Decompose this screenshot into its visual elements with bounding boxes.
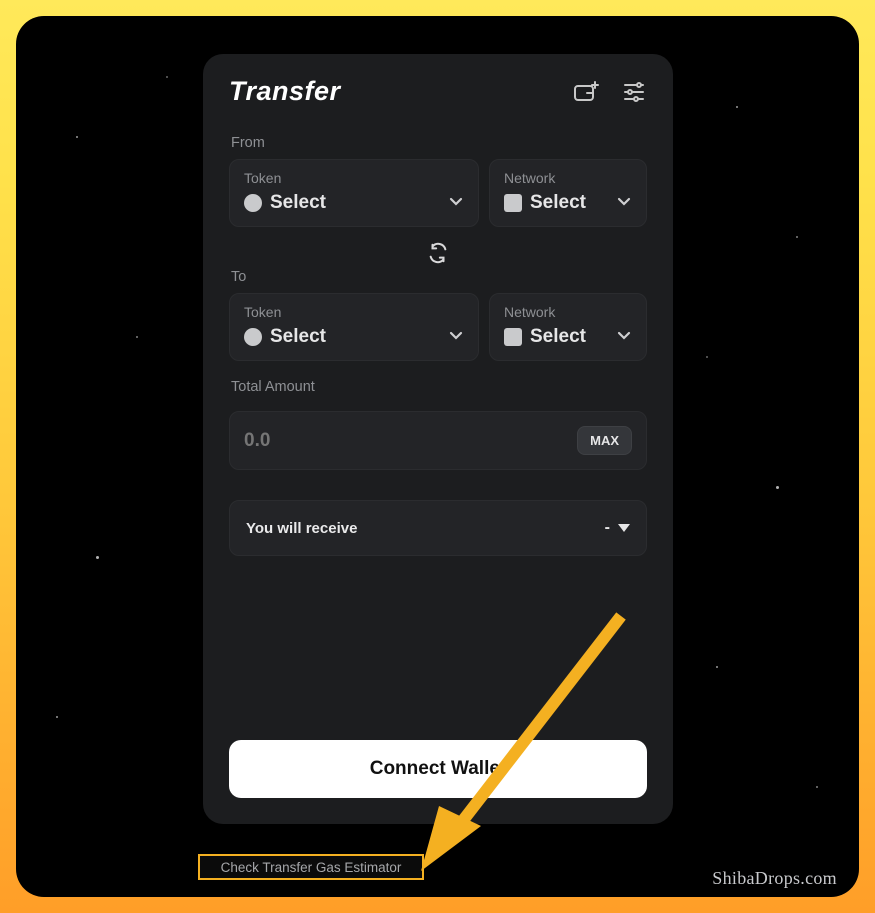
to-token-field: Token Select <box>229 293 479 361</box>
header-actions <box>573 79 647 105</box>
from-token-field: Token Select <box>229 159 479 227</box>
to-label: To <box>231 269 647 285</box>
amount-label: Total Amount <box>231 379 647 395</box>
chevron-down-icon <box>616 327 632 348</box>
sliders-icon[interactable] <box>621 79 647 105</box>
from-network-field-label: Network <box>504 170 632 186</box>
wallet-plus-icon[interactable] <box>573 79 599 105</box>
chevron-down-icon <box>616 193 632 214</box>
to-token-field-label: Token <box>244 304 464 320</box>
stage-dark: Transfer <box>16 16 859 897</box>
receive-label: You will receive <box>246 520 357 537</box>
to-token-value: Select <box>270 326 326 348</box>
to-network-field: Network Select <box>489 293 647 361</box>
swap-button[interactable] <box>424 239 452 267</box>
gas-estimator-label: Check Transfer Gas Estimator <box>221 860 402 875</box>
from-network-field: Network Select <box>489 159 647 227</box>
to-network-select[interactable]: Select <box>504 326 632 348</box>
from-token-value: Select <box>270 192 326 214</box>
page-root: Transfer <box>0 0 875 913</box>
to-network-value: Select <box>530 326 586 348</box>
from-token-field-label: Token <box>244 170 464 186</box>
token-dot-icon <box>244 194 262 212</box>
swap-row <box>229 239 647 267</box>
max-button[interactable]: MAX <box>577 426 632 455</box>
transfer-card: Transfer <box>203 54 673 824</box>
from-network-select[interactable]: Select <box>504 192 632 214</box>
connect-wallet-button[interactable]: Connect Wallet <box>229 740 647 798</box>
to-token-select[interactable]: Select <box>244 326 464 348</box>
watermark: ShibaDrops.com <box>712 868 837 889</box>
chevron-down-icon <box>448 327 464 348</box>
network-square-icon <box>504 328 522 346</box>
amount-input[interactable] <box>244 430 577 452</box>
receive-value: - <box>605 519 610 537</box>
to-network-field-label: Network <box>504 304 632 320</box>
caret-down-icon <box>618 524 630 532</box>
from-row: Token Select Network <box>229 159 647 227</box>
token-dot-icon <box>244 328 262 346</box>
amount-row: MAX <box>229 411 647 470</box>
from-token-select[interactable]: Select <box>244 192 464 214</box>
receive-row[interactable]: You will receive - <box>229 500 647 556</box>
gas-estimator-link[interactable]: Check Transfer Gas Estimator <box>198 854 424 880</box>
from-label: From <box>231 135 647 151</box>
chevron-down-icon <box>448 193 464 214</box>
card-header: Transfer <box>229 76 647 107</box>
card-title: Transfer <box>229 76 341 107</box>
to-row: Token Select Network <box>229 293 647 361</box>
receive-value-wrap: - <box>605 519 630 537</box>
from-network-value: Select <box>530 192 586 214</box>
network-square-icon <box>504 194 522 212</box>
